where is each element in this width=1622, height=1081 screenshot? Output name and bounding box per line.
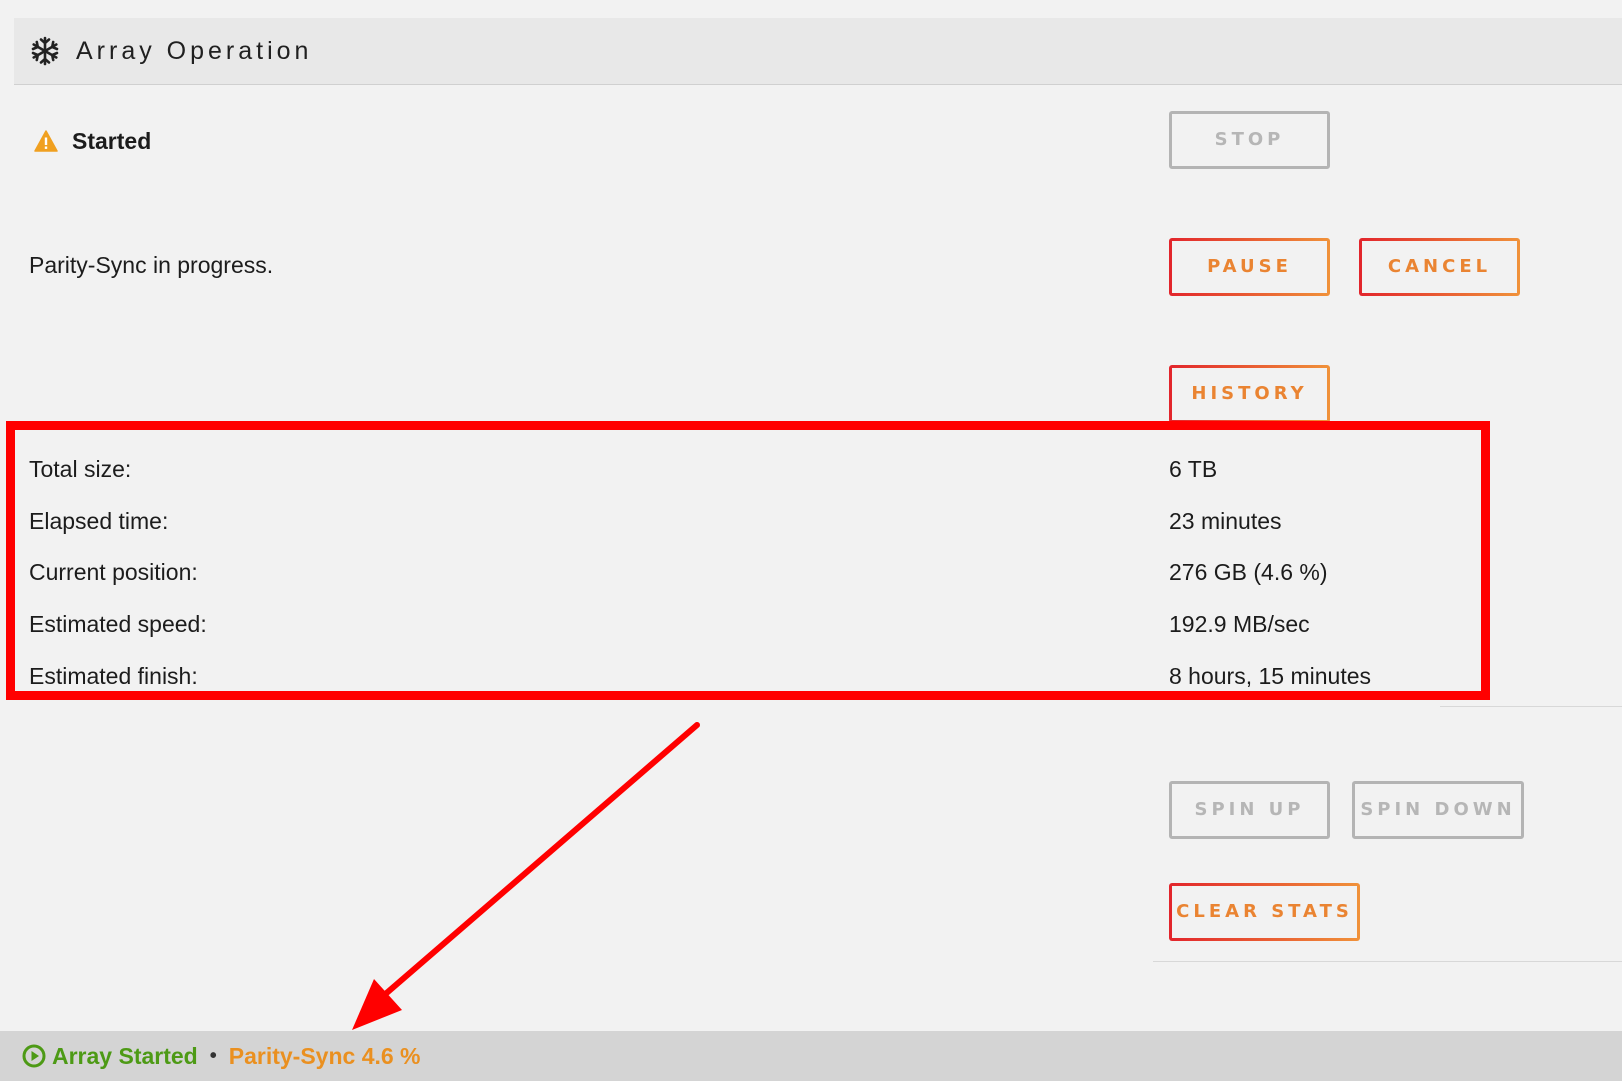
spin-up-button[interactable]: SPIN UP: [1169, 781, 1330, 839]
section-divider: [1153, 961, 1622, 962]
stat-row-current-position: Current position: 276 GB (4.6 %): [29, 559, 1429, 589]
array-status-text: Array Started: [52, 1042, 198, 1069]
array-state: Started: [34, 126, 151, 156]
history-button[interactable]: HISTORY: [1169, 365, 1330, 423]
stat-label: Current position:: [29, 559, 198, 585]
cancel-button[interactable]: CANCEL: [1359, 238, 1520, 296]
parity-sync-message: Parity-Sync in progress.: [29, 252, 274, 278]
parity-sync-status[interactable]: Parity-Sync 4.6 %: [229, 1043, 421, 1070]
spin-down-button[interactable]: SPIN DOWN: [1352, 781, 1524, 839]
status-bar: Array Started • Parity-Sync 4.6 %: [0, 1031, 1622, 1081]
stat-value: 8 hours, 15 minutes: [1169, 663, 1372, 689]
stat-label: Total size:: [29, 456, 132, 482]
stat-row-elapsed-time: Elapsed time: 23 minutes: [29, 508, 1429, 538]
status-separator: •: [209, 1044, 217, 1067]
stat-value: 192.9 MB/sec: [1169, 611, 1310, 637]
snowflake-icon: [31, 36, 59, 66]
pause-button[interactable]: PAUSE: [1169, 238, 1330, 296]
stat-row-total-size: Total size: 6 TB: [29, 456, 1429, 486]
stat-label: Elapsed time:: [29, 508, 169, 534]
panel-header: Array Operation: [14, 18, 1622, 85]
array-state-label: Started: [72, 127, 152, 154]
stat-row-estimated-speed: Estimated speed: 192.9 MB/sec: [29, 611, 1429, 641]
annotation-arrow: [352, 722, 700, 1030]
clear-stats-button[interactable]: CLEAR STATS: [1169, 883, 1360, 941]
stat-value: 23 minutes: [1169, 508, 1282, 534]
stat-row-estimated-finish: Estimated finish: 8 hours, 15 minutes: [29, 663, 1429, 693]
warning-icon: [34, 130, 58, 152]
stat-label: Estimated finish:: [29, 663, 198, 689]
stat-value: 6 TB: [1169, 456, 1218, 482]
stat-label: Estimated speed:: [29, 611, 207, 637]
stat-value: 276 GB (4.6 %): [1169, 559, 1328, 585]
stop-button[interactable]: STOP: [1169, 111, 1330, 169]
panel-title: Array Operation: [76, 37, 313, 65]
play-circle-icon: [22, 1044, 46, 1068]
section-divider: [1440, 706, 1622, 707]
